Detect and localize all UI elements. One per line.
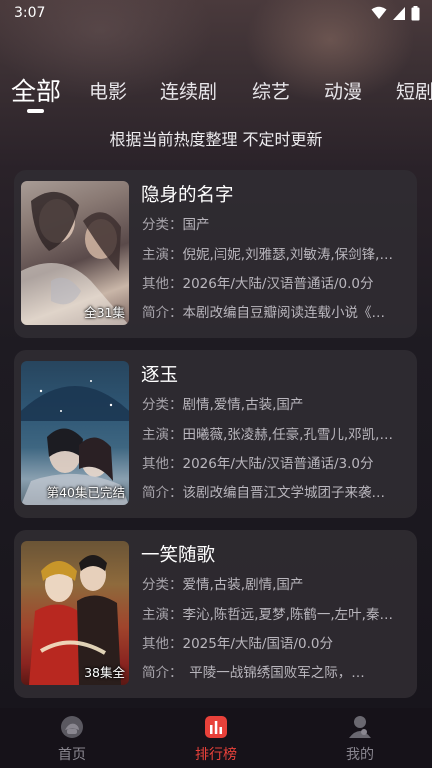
poster-image[interactable]: 全31集	[21, 181, 129, 325]
episode-badge: 第40集已完结	[46, 485, 125, 500]
intro-label: 简介：	[142, 665, 176, 681]
other-value: 2025年/大陆/国语/0.0分	[182, 636, 333, 652]
poster-image[interactable]: 38集全	[21, 541, 129, 685]
active-tab-indicator	[27, 109, 44, 113]
other-label: 其他：	[142, 636, 183, 652]
category-label: 分类：	[142, 577, 183, 593]
show-title[interactable]: 隐身的名字	[141, 182, 234, 210]
nav-ranking[interactable]: 排行榜	[166, 714, 266, 764]
category-row: 分类：国产	[142, 215, 404, 235]
bottom-navigation: 首页 排行榜 我的	[0, 708, 432, 768]
category-row: 分类：爱情,古装,剧情,国产	[142, 575, 404, 595]
tab-series[interactable]: 连续剧	[160, 72, 217, 112]
other-row: 其他：2025年/大陆/国语/0.0分	[142, 634, 404, 654]
ranking-subtitle: 根据当前热度整理 不定时更新	[109, 130, 323, 149]
nav-ranking-label: 排行榜	[195, 747, 237, 763]
status-time: 3:07	[14, 5, 46, 21]
other-row: 其他：2026年/大陆/汉语普通话/3.0分	[142, 454, 404, 474]
other-value: 2026年/大陆/汉语普通话/0.0分	[182, 276, 374, 292]
category-value: 国产	[182, 217, 210, 233]
cast-value: 田曦薇,张凌赫,任豪,孔雪儿,邓凯,…	[182, 427, 393, 443]
tab-all[interactable]: 全部	[11, 72, 61, 112]
cast-row: 主演：李沁,陈哲远,夏梦,陈鹤一,左叶,秦…	[142, 605, 404, 625]
cast-value: 倪妮,闫妮,刘雅瑟,刘敏涛,保剑锋,…	[182, 247, 393, 263]
cast-row: 主演：田曦薇,张凌赫,任豪,孔雪儿,邓凯,…	[142, 425, 404, 445]
nav-home-label: 首页	[58, 747, 86, 763]
other-row: 其他：2026年/大陆/汉语普通话/0.0分	[142, 274, 404, 294]
poster-image[interactable]: 第40集已完结	[21, 361, 129, 505]
nav-home[interactable]: 首页	[22, 714, 122, 764]
intro-label: 简介：	[142, 485, 183, 501]
ranking-card[interactable]: 38集全 一笑随歌 分类：爱情,古装,剧情,国产 主演：李沁,陈哲远,夏梦,陈鹤…	[14, 530, 417, 698]
category-row: 分类：剧情,爱情,古装,国产	[142, 395, 404, 415]
episode-badge: 全31集	[84, 305, 125, 320]
intro-value: 本剧改编自豆瓣阅读连载小说《…	[182, 305, 386, 321]
home-icon	[61, 716, 83, 738]
tab-variety[interactable]: 综艺	[252, 72, 290, 112]
ranking-card[interactable]: 全31集 隐身的名字 分类：国产 主演：倪妮,闫妮,刘雅瑟,刘敏涛,保剑锋,… …	[14, 170, 417, 338]
intro-value: 该剧改编自晋江文学城团子来袭…	[182, 485, 386, 501]
wifi-icon	[371, 6, 387, 19]
battery-icon	[411, 5, 420, 20]
intro-value: 平陵一战锦绣国败军之际，…	[175, 665, 365, 681]
nav-profile[interactable]: 我的	[310, 714, 410, 764]
show-title[interactable]: 一笑随歌	[141, 542, 215, 570]
tab-short-drama[interactable]: 短剧	[396, 72, 432, 112]
ranking-icon	[205, 716, 227, 738]
other-label: 其他：	[142, 276, 183, 292]
ranking-card[interactable]: 第40集已完结 逐玉 分类：剧情,爱情,古装,国产 主演：田曦薇,张凌赫,任豪,…	[14, 350, 417, 518]
cast-value: 李沁,陈哲远,夏梦,陈鹤一,左叶,秦…	[182, 607, 393, 623]
nav-profile-label: 我的	[346, 747, 374, 763]
category-tabs: 全部 电影 连续剧 综艺 动漫 短剧	[0, 72, 432, 112]
show-title[interactable]: 逐玉	[141, 362, 178, 390]
other-label: 其他：	[142, 456, 183, 472]
category-label: 分类：	[142, 217, 183, 233]
status-bar: 3:07	[0, 0, 432, 26]
category-value: 爱情,古装,剧情,国产	[182, 577, 304, 593]
category-label: 分类：	[142, 397, 183, 413]
cast-row: 主演：倪妮,闫妮,刘雅瑟,刘敏涛,保剑锋,…	[142, 245, 404, 265]
profile-icon	[349, 716, 371, 738]
category-value: 剧情,爱情,古装,国产	[182, 397, 304, 413]
cast-label: 主演：	[142, 607, 183, 623]
episode-badge: 38集全	[84, 665, 125, 680]
cast-label: 主演：	[142, 247, 183, 263]
tab-anime[interactable]: 动漫	[324, 72, 362, 112]
intro-row: 简介：本剧改编自豆瓣阅读连载小说《…	[142, 303, 404, 323]
status-icons	[371, 5, 420, 21]
tab-movies[interactable]: 电影	[89, 72, 127, 112]
other-value: 2026年/大陆/汉语普通话/3.0分	[182, 456, 374, 472]
intro-row: 简介：该剧改编自晋江文学城团子来袭…	[142, 483, 404, 503]
cast-label: 主演：	[142, 427, 183, 443]
intro-label: 简介：	[142, 305, 183, 321]
cellular-signal-icon	[393, 6, 405, 20]
intro-row: 简介： 平陵一战锦绣国败军之际，…	[142, 663, 404, 683]
